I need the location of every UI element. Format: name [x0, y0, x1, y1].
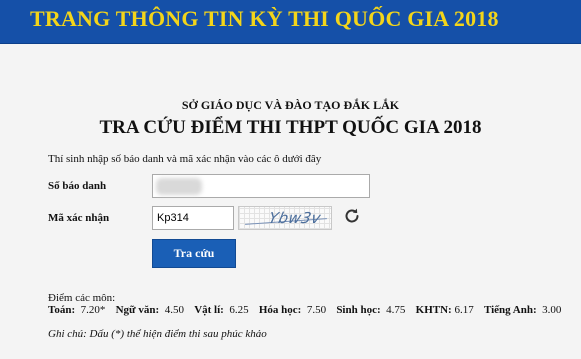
top-banner: TRANG THÔNG TIN KỲ THI QUỐC GIA 2018 — [0, 0, 581, 44]
score-item: Tiếng Anh: 3.00 — [484, 304, 561, 316]
instruction-text: Thí sinh nhập số báo danh và mã xác nhận… — [48, 153, 322, 165]
score-item: Toán: 7.20* — [48, 304, 111, 316]
scores-label: Điểm các môn: — [48, 292, 116, 304]
page-title: TRA CỨU ĐIỂM THI THPT QUỐC GIA 2018 — [99, 117, 482, 138]
refresh-icon[interactable] — [342, 206, 362, 226]
subject-name: Toán: — [48, 304, 76, 316]
banner-title: TRANG THÔNG TIN KỲ THI QUỐC GIA 2018 — [30, 6, 499, 31]
score-item: KHTN: 6.17 — [416, 304, 480, 316]
subject-score: 6.25 — [229, 304, 249, 316]
subject-name: Hóa học: — [258, 304, 302, 316]
captcha-input[interactable] — [152, 206, 234, 230]
subject-name: Sinh học: — [336, 304, 381, 316]
subject-score: 4.50 — [164, 304, 184, 316]
subject-score: 3.00 — [542, 304, 562, 316]
score-item: Ngữ văn: 4.50 — [116, 304, 190, 316]
scores-row: Toán: 7.20* Ngữ văn: 4.50 Vật lí: 6.25 H… — [48, 304, 563, 316]
captcha-text: Ybw3v — [267, 209, 323, 227]
subject-name: Tiếng Anh: — [483, 304, 537, 316]
subject-score: 7.50 — [306, 304, 327, 316]
subject-score: 7.20* — [80, 304, 106, 316]
sbd-label: Số báo danh — [48, 180, 107, 192]
subject-name: Ngữ văn: — [115, 304, 160, 316]
subject-score: 4.75 — [386, 304, 406, 316]
score-item: Hóa học: 7.50 — [259, 304, 332, 316]
captcha-image: Ybw3v — [238, 206, 332, 230]
department-name: SỞ GIÁO DỤC VÀ ĐÀO TẠO ĐẮK LẮK — [181, 98, 400, 112]
captcha-label: Mã xác nhận — [48, 212, 110, 224]
subject-name: Vật lí: — [194, 304, 224, 316]
subject-score: 6.17 — [454, 304, 474, 316]
subject-name: KHTN: — [415, 304, 452, 316]
footnote: Ghi chú: Dấu (*) thể hiện điểm thi sau p… — [48, 328, 267, 340]
score-item: Sinh học: 4.75 — [336, 304, 411, 316]
search-button[interactable]: Tra cứu — [152, 239, 236, 268]
score-item: Vật lí: 6.25 — [194, 304, 254, 316]
redacted-value — [156, 178, 202, 195]
